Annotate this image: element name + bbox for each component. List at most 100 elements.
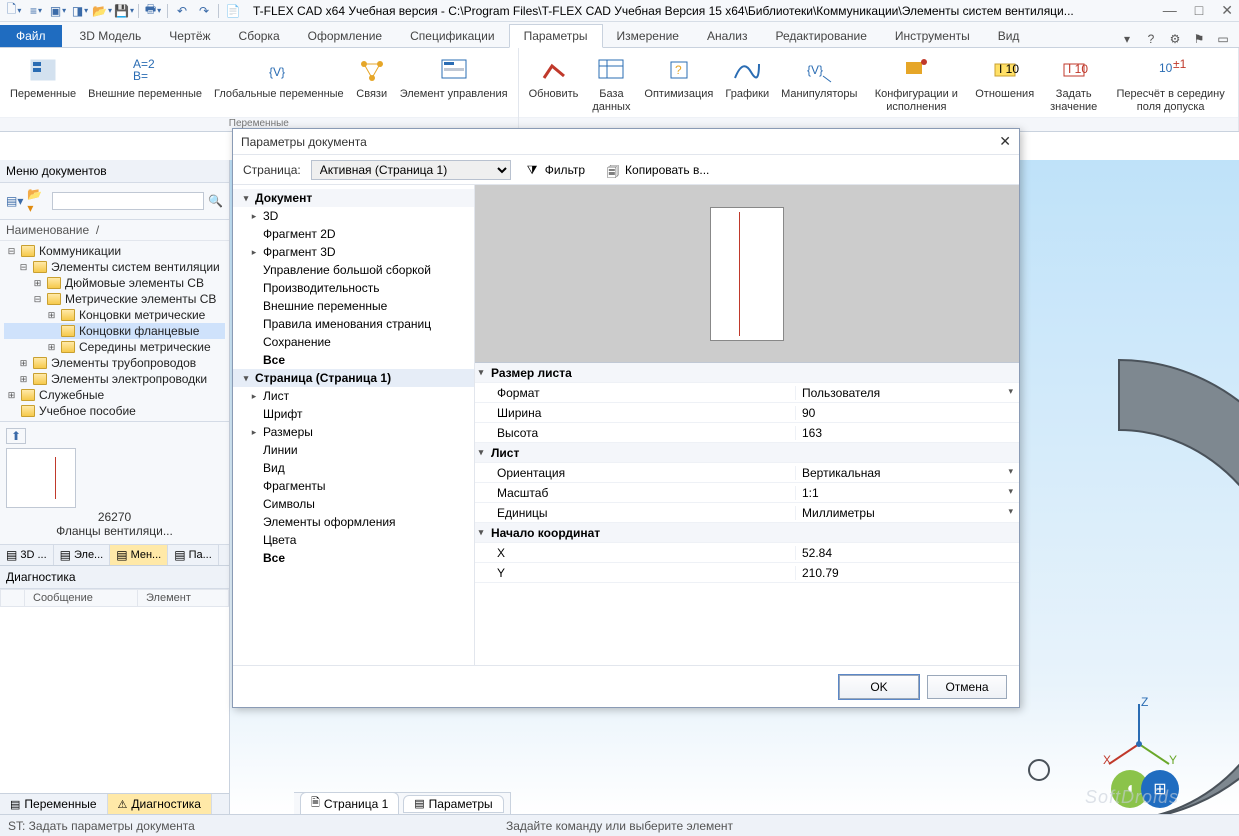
tree-row[interactable]: ⊟Метрические элементы СВ (4, 291, 225, 307)
manipulators-button[interactable]: {V}Манипуляторы (775, 52, 863, 117)
qat-new-icon[interactable]: 🗋 (6, 3, 22, 19)
global-vars-button[interactable]: {V}Глобальные переменные (208, 52, 350, 117)
thumbnail[interactable] (6, 448, 76, 508)
tree-row[interactable]: ⊞Середины метрические (4, 339, 225, 355)
ribbon-tab[interactable]: Оформление (294, 25, 396, 47)
tree-row[interactable]: ⊞Элементы трубопроводов (4, 355, 225, 371)
variables-button[interactable]: Переменные (4, 52, 82, 117)
dialog-tree-item[interactable]: Внешние переменные (233, 297, 474, 315)
ribbon-tab[interactable]: Спецификации (396, 25, 508, 47)
prop-row[interactable]: Масштаб1:1 (475, 483, 1019, 503)
property-grid[interactable]: ▾Размер листаФорматПользователяШирина90В… (475, 363, 1019, 665)
dialog-tree-item[interactable]: Линии (233, 441, 474, 459)
dialog-tree-item[interactable]: ▸Размеры (233, 423, 474, 441)
recalc-tolerance-button[interactable]: 10±1Пересчёт в середину поля допуска (1107, 52, 1234, 117)
dialog-tree-item[interactable]: Цвета (233, 531, 474, 549)
prop-row[interactable]: X52.84 (475, 543, 1019, 563)
ribbon-tab-active[interactable]: Параметры (509, 24, 603, 48)
qat-save-icon[interactable]: 💾 (116, 3, 132, 19)
prop-row[interactable]: ЕдиницыМиллиметры (475, 503, 1019, 523)
optimization-button[interactable]: ?Оптимизация (638, 52, 719, 117)
nav-up-icon[interactable]: ⬆ (6, 428, 26, 444)
tree-row[interactable]: ⊞Служебные (4, 387, 225, 403)
panel-tab[interactable]: ▤Па... (168, 545, 219, 565)
tree-row[interactable]: ⊞Дюймовые элементы СВ (4, 275, 225, 291)
filter-button[interactable]: ⧩Фильтр (521, 161, 591, 179)
window-icon[interactable]: ▭ (1215, 31, 1231, 47)
flag-icon[interactable]: ⚑ (1191, 31, 1207, 47)
document-tree[interactable]: ⊟Коммуникации⊟Элементы систем вентиляции… (0, 241, 229, 421)
ribbon-tab[interactable]: Чертёж (155, 25, 224, 47)
dialog-tree-item[interactable]: ▸Фрагмент 3D (233, 243, 474, 261)
dialog-close-icon[interactable]: ✕ (999, 133, 1011, 150)
dialog-tree-item[interactable]: Правила именования страниц (233, 315, 474, 333)
prop-row[interactable]: Высота163 (475, 423, 1019, 443)
page-select[interactable]: Активная (Страница 1) (311, 160, 511, 180)
axis-gizmo[interactable]: Z X Y (1099, 694, 1179, 774)
ribbon-tab[interactable]: Анализ (693, 25, 762, 47)
dialog-tree-item[interactable]: ▸3D (233, 207, 474, 225)
prop-section[interactable]: ▾Лист (475, 443, 1019, 463)
panel-tab[interactable]: ▤Мен... (110, 545, 168, 565)
bottom-tab-diagnostics[interactable]: ⚠ Диагностика (108, 794, 212, 814)
qat-cube-icon[interactable]: ◨ (72, 3, 88, 19)
tree-row[interactable]: Концовки фланцевые (4, 323, 225, 339)
prop-row[interactable]: ОриентацияВертикальная (475, 463, 1019, 483)
dialog-tree-item[interactable]: Элементы оформления (233, 513, 474, 531)
search-icon[interactable]: 🔍 (208, 194, 223, 208)
tree-row[interactable]: ⊞Концовки метрические (4, 307, 225, 323)
minimize-button[interactable]: — (1163, 2, 1177, 19)
configurations-button[interactable]: Конфигурации и исполнения (863, 52, 969, 117)
panel-search-input[interactable] (52, 192, 204, 210)
dialog-tree-item[interactable]: Фрагменты (233, 477, 474, 495)
database-button[interactable]: База данных (584, 52, 638, 117)
charts-button[interactable]: Графики (719, 52, 775, 117)
ribbon-drop-icon[interactable]: ▾ (1119, 31, 1135, 47)
dialog-tree-item[interactable]: Вид (233, 459, 474, 477)
qat-doc-icon[interactable]: 📄 (225, 3, 241, 19)
doc-tab-params[interactable]: ▤ Параметры (403, 795, 503, 813)
refresh-button[interactable]: Обновить (523, 52, 585, 117)
tree-row[interactable]: ⊟Элементы систем вентиляции (4, 259, 225, 275)
dialog-tree-item[interactable]: Фрагмент 2D (233, 225, 474, 243)
dialog-tree-item[interactable]: Производительность (233, 279, 474, 297)
tree-row[interactable]: Учебное пособие (4, 403, 225, 419)
tree-row[interactable]: ⊞Элементы электропроводки (4, 371, 225, 387)
relations-button[interactable]: I 10Отношения (969, 52, 1040, 117)
dialog-tree-item[interactable]: ▸Лист (233, 387, 474, 405)
qat-redo-icon[interactable]: ↷ (196, 3, 212, 19)
dialog-tree-item[interactable]: Все (233, 549, 474, 567)
dialog-tree-group[interactable]: ▾Страница (Страница 1) (233, 369, 474, 387)
prop-row[interactable]: ФорматПользователя (475, 383, 1019, 403)
dialog-tree-item[interactable]: Сохранение (233, 333, 474, 351)
qat-undo-icon[interactable]: ↶ (174, 3, 190, 19)
doc-tab-page1[interactable]: 🗎 Страница 1 (300, 792, 399, 815)
qat-open-icon[interactable]: 📂 (94, 3, 110, 19)
panel-tab[interactable]: ▤3D ... (0, 545, 54, 565)
set-value-button[interactable]: I 10Задать значение (1040, 52, 1107, 117)
ok-button[interactable]: OK (839, 675, 919, 699)
dialog-tree-item[interactable]: Символы (233, 495, 474, 513)
prop-row[interactable]: Ширина90 (475, 403, 1019, 423)
qat-print-icon[interactable]: 🖶 (145, 3, 161, 19)
prop-section[interactable]: ▾Начало координат (475, 523, 1019, 543)
control-element-button[interactable]: Элемент управления (394, 52, 514, 117)
panel-tab[interactable]: ▤Эле... (54, 545, 111, 565)
toolbar-open-icon[interactable]: 📂▾ (27, 187, 48, 215)
bottom-tab-variables[interactable]: ▤ Переменные (0, 794, 108, 814)
ribbon-tab[interactable]: Редактирование (761, 25, 880, 47)
maximize-button[interactable]: □ (1195, 2, 1203, 19)
qat-menu-icon[interactable]: ≡ (28, 3, 44, 19)
ribbon-tab[interactable]: Вид (984, 25, 1034, 47)
dialog-tree-item[interactable]: Все (233, 351, 474, 369)
external-vars-button[interactable]: A=2B=Внешние переменные (82, 52, 208, 117)
dialog-tree[interactable]: ▾Документ▸3DФрагмент 2D▸Фрагмент 3DУправ… (233, 185, 475, 665)
ribbon-tab[interactable]: Сборка (225, 25, 294, 47)
ribbon-tab[interactable]: 3D Модель (66, 25, 156, 47)
prop-section[interactable]: ▾Размер листа (475, 363, 1019, 383)
dialog-tree-group[interactable]: ▾Документ (233, 189, 474, 207)
dialog-tree-item[interactable]: Шрифт (233, 405, 474, 423)
copy-to-button[interactable]: 🗐Копировать в... (601, 161, 715, 179)
ribbon-tab[interactable]: Измерение (603, 25, 693, 47)
close-button[interactable]: ✕ (1221, 2, 1233, 19)
